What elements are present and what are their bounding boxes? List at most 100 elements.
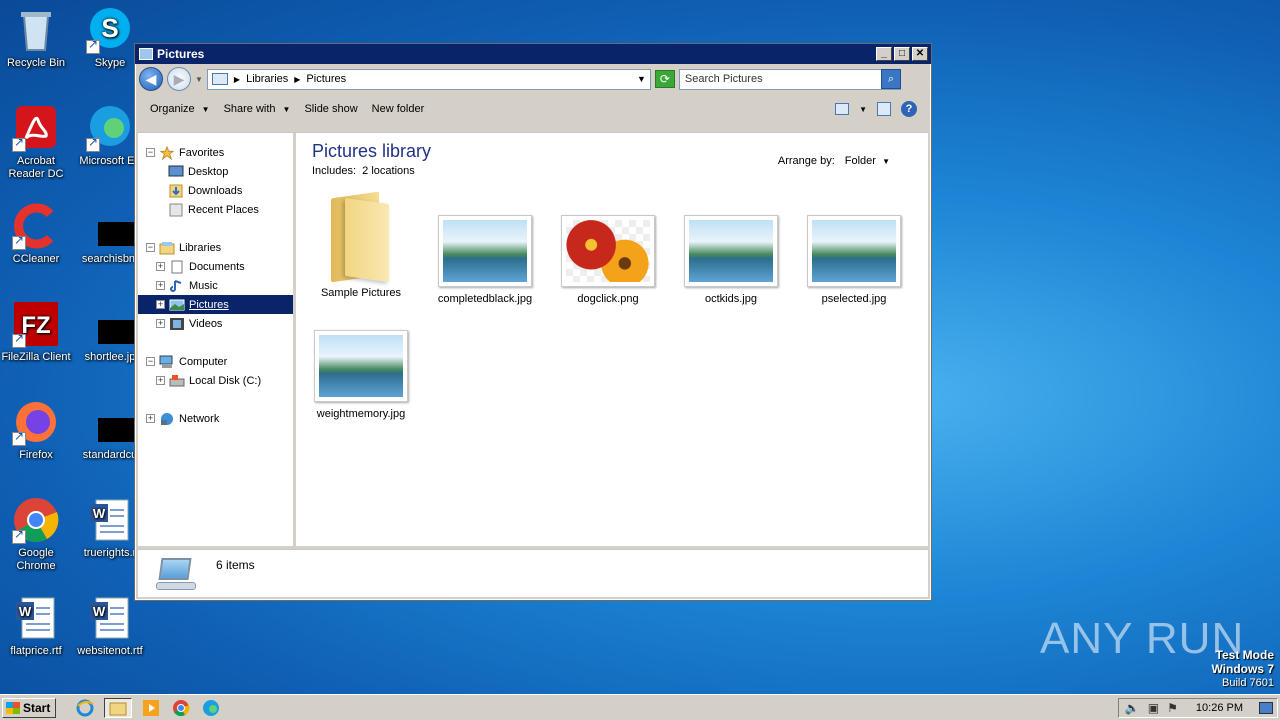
arrange-by-value: Folder: [844, 155, 876, 167]
change-view-icon[interactable]: [835, 103, 850, 115]
expand-icon[interactable]: +: [156, 300, 165, 309]
expand-icon[interactable]: +: [146, 414, 155, 423]
organize-menu[interactable]: Organize ▼: [143, 103, 217, 115]
network-icon: [161, 412, 173, 425]
title-bar[interactable]: Pictures _ □ ✕: [135, 44, 931, 64]
file-item[interactable]: octkids.jpg: [676, 215, 786, 305]
back-button[interactable]: ◀: [139, 67, 163, 91]
library-title: Pictures library: [312, 141, 432, 161]
test-mode-os: Windows 7: [1211, 662, 1274, 676]
nav-item-favorites[interactable]: − Favorites: [138, 143, 293, 162]
slide-show-button[interactable]: Slide show: [297, 103, 364, 115]
system-tray: 🔈 ▣ ⚑ 10:26 PM: [1117, 697, 1278, 718]
file-name: octkids.jpg: [705, 293, 757, 305]
expand-icon[interactable]: +: [156, 319, 165, 328]
maximize-button[interactable]: □: [894, 47, 910, 61]
desktop-icon-firefox[interactable]: Firefox: [0, 398, 72, 462]
minimize-button[interactable]: _: [876, 47, 892, 61]
file-name: dogclick.png: [577, 293, 639, 305]
nav-label: Music: [189, 279, 218, 292]
breadcrumb-chevron-icon[interactable]: ▶: [234, 75, 240, 84]
new-folder-button[interactable]: New folder: [365, 103, 432, 115]
explorer-body: − Favorites Desktop Downloads Recent Pla…: [138, 132, 928, 546]
search-icon[interactable]: ⌕: [880, 69, 901, 89]
arrange-by-dropdown[interactable]: Folder ▼: [845, 155, 890, 167]
recent-pages-dropdown[interactable]: ▼: [195, 75, 203, 84]
taskbar-explorer[interactable]: [104, 697, 133, 718]
file-name: weightmemory.jpg: [316, 408, 406, 420]
nav-label: Documents: [189, 260, 245, 273]
recycle-bin-icon: [12, 6, 60, 54]
internet-explorer-icon: [76, 699, 94, 716]
explorer-window: Pictures _ □ ✕ ◀ ▶ ▼ ▶ Libraries ▶ Pictu…: [134, 43, 932, 601]
address-bar[interactable]: ▶ Libraries ▶ Pictures ▼: [206, 68, 651, 90]
videos-icon: [170, 317, 184, 330]
expand-icon[interactable]: +: [156, 281, 165, 290]
address-dropdown-icon[interactable]: ▼: [637, 74, 646, 84]
share-with-menu[interactable]: Share with ▼: [217, 103, 298, 115]
collapse-icon[interactable]: −: [146, 357, 155, 366]
network-tray-icon[interactable]: ▣: [1148, 701, 1159, 715]
window-title: Pictures: [157, 47, 205, 61]
nav-item-music[interactable]: + Music: [138, 276, 293, 295]
nav-item-downloads[interactable]: Downloads: [138, 181, 293, 200]
breadcrumb-libraries[interactable]: Libraries: [246, 73, 288, 85]
file-item[interactable]: pselected.jpg: [799, 215, 909, 305]
forward-arrow-icon: ▶: [173, 70, 185, 87]
nav-item-recent-places[interactable]: Recent Places: [138, 200, 293, 219]
documents-icon: [171, 260, 183, 273]
nav-item-computer[interactable]: − Computer: [138, 352, 293, 371]
desktop-icon-ccleaner[interactable]: CCleaner: [0, 202, 72, 266]
ccleaner-icon: [12, 202, 60, 250]
file-item[interactable]: weightmemory.jpg: [306, 330, 416, 420]
preview-pane-icon[interactable]: [877, 102, 891, 116]
desktop-icon-filezilla[interactable]: FZ FileZilla Client: [0, 300, 72, 364]
action-center-flag-icon[interactable]: ⚑: [1167, 701, 1178, 715]
chevron-down-icon: ▼: [282, 104, 291, 114]
volume-icon[interactable]: 🔈: [1125, 701, 1140, 715]
file-item[interactable]: completedblack.jpg: [430, 215, 540, 305]
nav-item-libraries[interactable]: − Libraries: [138, 238, 293, 257]
close-button[interactable]: ✕: [912, 47, 928, 61]
file-icon: [86, 398, 146, 446]
word-doc-icon: W: [12, 594, 60, 642]
taskbar-chrome[interactable]: [170, 698, 192, 718]
nav-item-documents[interactable]: + Documents: [138, 257, 293, 276]
svg-text:W: W: [93, 604, 106, 619]
expand-icon[interactable]: +: [156, 262, 165, 271]
view-dropdown-icon[interactable]: ▼: [859, 105, 867, 114]
expand-icon[interactable]: +: [156, 376, 165, 385]
library-icon: [211, 73, 228, 85]
desktop-icon-acrobat[interactable]: Acrobat Reader DC: [0, 104, 72, 181]
file-item[interactable]: dogclick.png: [553, 215, 663, 305]
desktop-icon-websitenot[interactable]: W websitenot.rtf: [74, 594, 146, 658]
libraries-icon: [159, 241, 175, 254]
collapse-icon[interactable]: −: [146, 148, 155, 157]
collapse-icon[interactable]: −: [146, 243, 155, 252]
breadcrumb-pictures[interactable]: Pictures: [306, 73, 346, 85]
desktop-icon-recycle-bin[interactable]: Recycle Bin: [0, 6, 72, 70]
breadcrumb-chevron-icon[interactable]: ▶: [294, 75, 300, 84]
nav-label: Desktop: [188, 165, 229, 178]
svg-text:S: S: [101, 13, 118, 43]
taskbar-ie[interactable]: [74, 698, 96, 718]
refresh-button[interactable]: ⟳: [654, 70, 675, 88]
start-button[interactable]: Start: [2, 697, 57, 718]
search-input[interactable]: Search Pictures ⌕: [678, 68, 901, 90]
taskbar-media-player[interactable]: [140, 698, 162, 718]
includes-link[interactable]: 2 locations: [362, 165, 415, 177]
forward-button[interactable]: ▶: [167, 67, 191, 91]
desktop-icon-chrome[interactable]: Google Chrome: [0, 496, 72, 573]
clock[interactable]: 10:26 PM: [1196, 702, 1243, 714]
nav-item-pictures[interactable]: + Pictures: [138, 295, 293, 314]
nav-item-local-disk[interactable]: + Local Disk (C:): [138, 371, 293, 390]
taskbar: Start 🔈 ▣ ⚑ 10:26 PM: [0, 694, 1280, 720]
desktop-icon-flatprice[interactable]: W flatprice.rtf: [0, 594, 72, 658]
file-item[interactable]: Sample Pictures: [306, 191, 416, 299]
show-desktop-icon[interactable]: [1259, 701, 1273, 714]
help-icon[interactable]: ?: [901, 101, 917, 117]
nav-item-network[interactable]: + Network: [138, 409, 293, 428]
taskbar-edge[interactable]: [200, 698, 222, 718]
nav-item-desktop[interactable]: Desktop: [138, 162, 293, 181]
nav-item-videos[interactable]: + Videos: [138, 314, 293, 333]
